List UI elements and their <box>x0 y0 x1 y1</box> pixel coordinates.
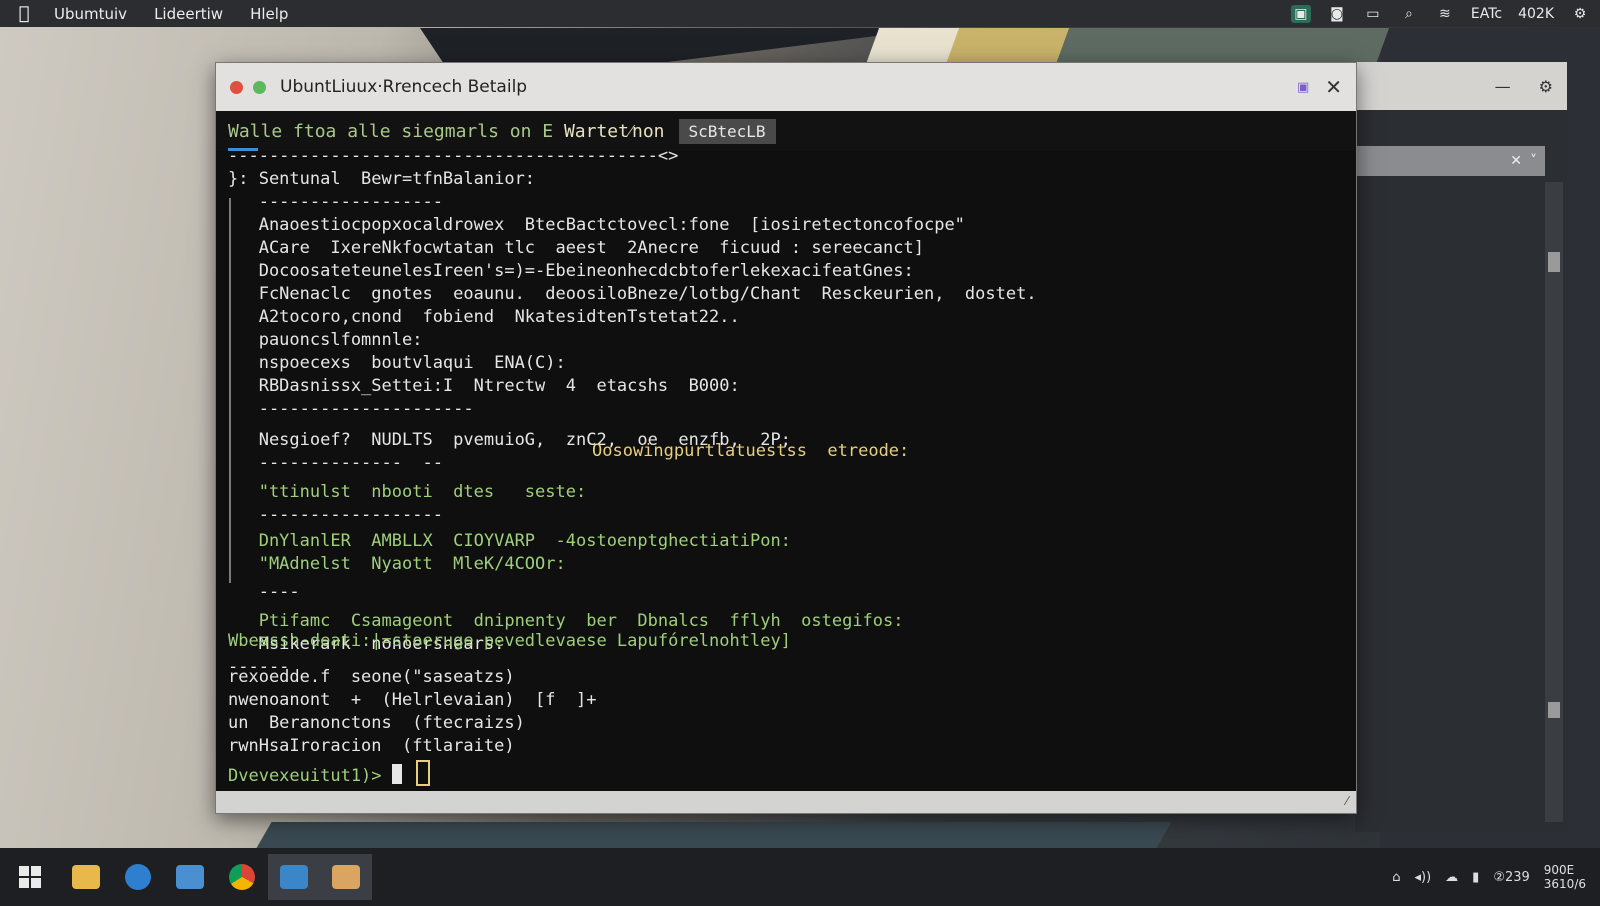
system-tray: ⌂ ◂)) ☁ ▮ ②239 900E 3610/6 <box>1392 848 1586 906</box>
status-area: ▣ ◙ ▭ ⌕ ≋ EATc 402K ⚙ <box>1290 0 1590 27</box>
terminal-line: "MAdnelst Nyaott MleK/4COOr: <box>228 554 566 574</box>
terminal-line: ACare IxereNkfocwtatan tlc aeest 2Anecre… <box>228 238 924 258</box>
terminal-output[interactable]: ----------------------------------------… <box>216 146 1356 791</box>
terminal-line: ------------------ <box>228 192 443 212</box>
app-status-icon[interactable]: ▣ <box>1290 4 1311 23</box>
final-prompt-text: Dvevexeuitut1)> <box>228 766 382 786</box>
terminal-app-icon <box>280 865 308 889</box>
background-window-tabbar: ✕ ˅ <box>1355 146 1545 176</box>
taskbar-edge[interactable] <box>112 854 164 900</box>
battery-icon[interactable]: ▮ <box>1472 870 1479 885</box>
bookmark-icon[interactable]: ▣ <box>1297 80 1309 95</box>
terminal-line: "ttinulst nbooti dtes seste: <box>228 482 587 502</box>
terminal-line: pauoncslfomnnle: <box>228 330 423 350</box>
scrollbar-thumb[interactable] <box>1548 702 1560 718</box>
scrollbar-thumb[interactable] <box>1548 252 1560 272</box>
background-window[interactable]: — ⚙ ✕ ˅ <box>1355 62 1567 832</box>
taskbar-file-explorer[interactable] <box>60 854 112 900</box>
window-title: UbuntLiuux·Rrencech Betailp <box>280 77 528 97</box>
search-icon[interactable]: ⌕ <box>1399 5 1419 23</box>
terminal-line: Anaoestiocpopxocaldrowex BtecBactctovecl… <box>228 215 965 235</box>
folder-icon <box>72 865 100 889</box>
window-titlebar[interactable]: UbuntLiuux·Rrencech Betailp ▣ ✕ <box>216 63 1356 111</box>
taskbar: ⌂ ◂)) ☁ ▮ ②239 900E 3610/6 <box>0 848 1600 906</box>
terminal-line: ---- <box>228 582 300 602</box>
terminal-line: --------------------- <box>228 399 474 419</box>
terminal-line: FcNenaclc gnotes eoaunu. deoosiloBneze/l… <box>228 284 1037 304</box>
settings-icon[interactable]: ⚙ <box>1570 5 1590 23</box>
terminal-line: RBDasnissx_Settei:I Ntrectw 4 etacshs B0… <box>228 376 740 396</box>
close-window-button[interactable] <box>230 80 243 94</box>
terminal-line: nspoecexs boutvlaqui ENA(C): <box>228 353 566 373</box>
chevron-down-icon[interactable]: ˅ <box>1530 153 1537 169</box>
menu-item-ubuntu[interactable]: Ubumtuiv <box>54 5 127 23</box>
top-menu-bar:  Ubumtuiv Lideertiw Hlelp ▣ ◙ ▭ ⌕ ≋ EAT… <box>0 0 1600 27</box>
terminal-line: DocoosateteunelesIreen's=)=-Ebeineonhecd… <box>228 261 914 281</box>
cloud-icon[interactable]: ☁ <box>1445 870 1458 885</box>
display-icon[interactable]: ▭ <box>1363 5 1383 23</box>
chat-icon[interactable]: ≋ <box>1435 5 1455 23</box>
prompt-line-text: Wbeassh-deati:|=stoeruge pevedlevaese La… <box>228 631 791 651</box>
minimize-icon[interactable]: — <box>1495 77 1511 96</box>
camera-icon[interactable]: ◙ <box>1327 5 1347 23</box>
resize-grip-icon[interactable]: ⁄ <box>1346 794 1348 808</box>
dash-separator: ----------------------------------------… <box>228 146 679 166</box>
window-statusbar: ⁄ <box>216 791 1356 813</box>
archive-icon <box>332 865 360 889</box>
taskbar-mail[interactable] <box>164 854 216 900</box>
status-text-size: 402K <box>1518 5 1554 22</box>
network-icon[interactable]: ⌂ <box>1392 870 1400 885</box>
terminal-line: }: Sentunal Bewr=tfnBalanior: <box>228 169 536 189</box>
terminal-window: UbuntLiuux·Rrencech Betailp ▣ ✕ Walle ft… <box>215 62 1357 814</box>
cursor-box <box>415 760 430 786</box>
terminal-line: ------------------ <box>228 505 443 525</box>
settings-icon[interactable]: ⚙ <box>1539 77 1553 96</box>
clock-time: 900E <box>1543 863 1575 877</box>
terminal-line: A2tocoro,cnond fobiend NkatesidtenTsteta… <box>228 307 740 327</box>
command-line: nwenoanont + (Helrlevaian) [f ]+ <box>228 690 597 710</box>
volume-icon[interactable]: ◂)) <box>1414 870 1431 885</box>
start-button[interactable] <box>0 854 60 900</box>
chrome-icon <box>229 864 255 890</box>
taskbar-chrome[interactable] <box>216 854 268 900</box>
command-line: un Beranonctons (ftecraizs) <box>228 713 525 733</box>
windows-logo-icon <box>19 866 41 888</box>
terminal-line: DnYlanlER AMBLLX CIOYVARP -4ostoenptghec… <box>228 531 791 551</box>
terminal-line: -------------- -- <box>228 453 443 473</box>
final-prompt[interactable]: Dvevexeuitut1)> <box>228 760 430 788</box>
clock[interactable]: 900E 3610/6 <box>1544 863 1586 891</box>
menu-item-help[interactable]: Hlelp <box>250 5 288 23</box>
status-text: EATc <box>1470 5 1503 22</box>
inline-note: Oosowingpurtlatuestss etreode: <box>592 441 910 461</box>
taskbar-terminal[interactable] <box>268 854 320 900</box>
mail-icon <box>176 865 204 889</box>
clock-date: 3610/6 <box>1543 877 1586 891</box>
tab-title-yellow: Wartet⁄non <box>563 120 665 142</box>
background-window-header: — ⚙ <box>1355 62 1567 110</box>
command-line: rwnHsaIroracion (ftlaraite) <box>228 736 515 756</box>
close-icon[interactable]: ✕ <box>1510 153 1522 169</box>
tab-active[interactable]: Walle ftoa alle siegmarls on E Wartet⁄no… <box>228 121 665 142</box>
close-icon[interactable]: ✕ <box>1325 75 1342 99</box>
zoom-window-button[interactable] <box>253 80 266 94</box>
apple-menu-icon[interactable]:  <box>14 3 34 24</box>
prompt-line: Wbeassh-deati:|=stoeruge pevedlevaese La… <box>228 630 791 653</box>
menu-item-lideertiw[interactable]: Lideertiw <box>154 5 223 23</box>
taskbar-archive[interactable] <box>320 854 372 900</box>
tray-indicator[interactable]: ②239 <box>1493 870 1529 885</box>
command-line: rexoedde.f seone("saseatzs) <box>228 667 515 687</box>
scrollbar[interactable] <box>1545 182 1563 822</box>
browser-icon <box>125 864 151 890</box>
tab-badge[interactable]: ScBtecLB <box>678 118 776 144</box>
text-cursor <box>391 764 402 784</box>
tab-title-green: Walle ftoa alle siegmarls on E <box>228 120 564 142</box>
